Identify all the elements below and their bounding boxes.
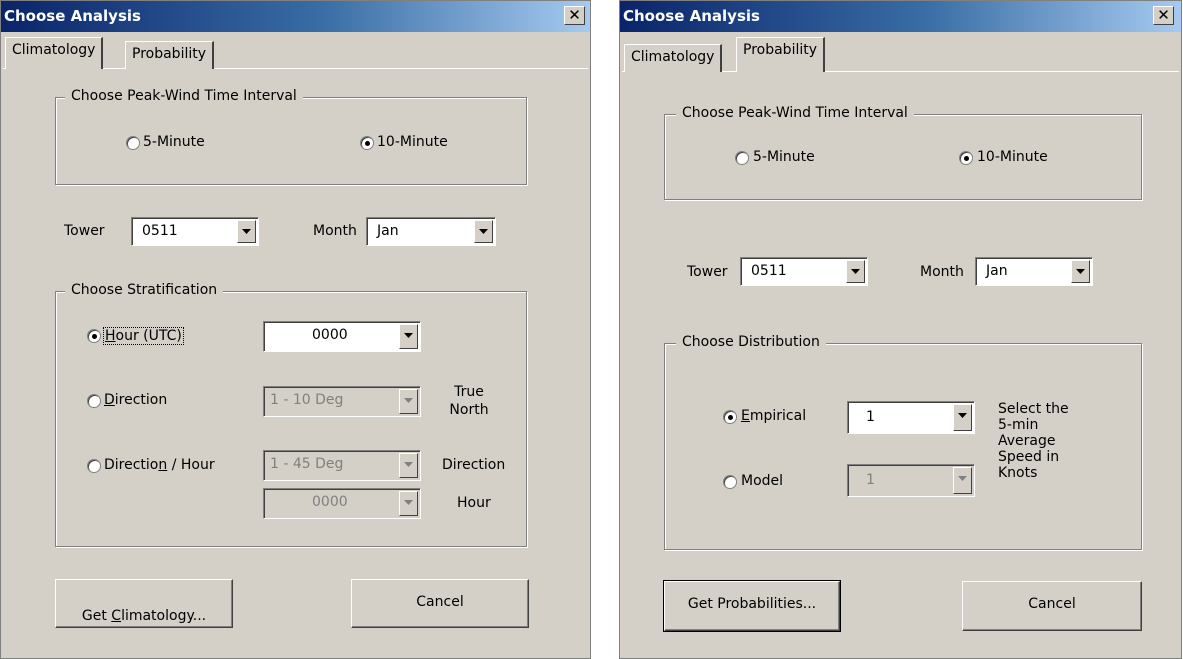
dropdown-arrow-icon[interactable] [474, 220, 493, 243]
radio-selected-dot [92, 334, 97, 339]
dropdown-arrow-icon[interactable] [846, 260, 865, 283]
distribution-note: Select the 5-min Average Speed in Knots [998, 401, 1069, 481]
cancel-button[interactable]: Cancel [962, 581, 1142, 631]
radio-selected-dot [365, 141, 370, 146]
model-value: 1 [866, 472, 875, 488]
direction-value: 1 - 10 Deg [270, 392, 344, 408]
radio-empirical-label[interactable]: Empirical [741, 408, 806, 424]
tab-climatology[interactable]: Climatology [5, 37, 104, 69]
dropdown-arrow-icon[interactable] [953, 467, 972, 494]
radio-direction-hour[interactable] [87, 459, 101, 473]
month-select[interactable]: Jan [975, 257, 1093, 286]
tower-value: 0511 [751, 263, 787, 279]
month-label: Month [920, 264, 964, 280]
hour-sub-select[interactable]: 0000 [263, 488, 421, 519]
tab-probability[interactable]: Probability [125, 41, 215, 69]
hour-select[interactable]: 0000 [263, 321, 421, 352]
close-button[interactable]: ✕ [564, 6, 585, 25]
get-probabilities-button[interactable]: Get Probabilities... [663, 580, 841, 632]
month-value: Jan [377, 223, 399, 239]
get-climatology-button[interactable]: Get Climatology... [55, 579, 233, 628]
dropdown-arrow-icon[interactable] [399, 491, 418, 516]
month-label: Month [313, 223, 357, 239]
tower-label: Tower [687, 264, 728, 280]
month-value: Jan [986, 263, 1008, 279]
radio-5-minute-label[interactable]: 5-Minute [143, 134, 205, 150]
radio-direction-hour-label[interactable]: Direction / Hour [104, 457, 215, 473]
model-select[interactable]: 1 [847, 464, 975, 497]
radio-10-minute-label[interactable]: 10-Minute [977, 149, 1048, 165]
radio-5-minute[interactable] [735, 151, 749, 165]
radio-hour-utc-label[interactable]: Hour (UTC) [103, 327, 184, 345]
radio-10-minute-label[interactable]: 10-Minute [377, 134, 448, 150]
distribution-legend: Choose Distribution [676, 334, 826, 350]
radio-selected-dot [964, 156, 969, 161]
radio-empirical[interactable] [723, 410, 737, 424]
empirical-select[interactable]: 1 [847, 401, 975, 434]
title-bar[interactable]: Choose Analysis ✕ [620, 1, 1181, 32]
tower-value: 0511 [142, 223, 178, 239]
direction-hour-select[interactable]: 1 - 45 Deg [263, 450, 421, 481]
tab-climatology[interactable]: Climatology [624, 44, 723, 72]
true-north-note: True North [449, 384, 489, 418]
radio-direction[interactable] [87, 394, 101, 408]
close-icon: ✕ [568, 6, 581, 24]
radio-10-minute[interactable] [360, 136, 374, 150]
radio-direction-label[interactable]: Direction [104, 392, 167, 408]
right-dialog: Choose Analysis ✕ Climatology Probabilit… [619, 0, 1182, 659]
peak-wind-legend: Choose Peak-Wind Time Interval [65, 88, 303, 104]
distribution-group [664, 343, 1142, 550]
dropdown-arrow-icon[interactable] [399, 324, 418, 349]
hour-value: 0000 [312, 327, 348, 343]
radio-5-minute[interactable] [126, 136, 140, 150]
dialog-title: Choose Analysis [4, 7, 141, 25]
hour-note: Hour [457, 495, 491, 511]
radio-selected-dot [728, 415, 733, 420]
left-dialog: Choose Analysis ✕ Climatology Probabilit… [0, 0, 591, 659]
cancel-button[interactable]: Cancel [351, 579, 529, 628]
empirical-value: 1 [866, 409, 875, 425]
direction-note: Direction [442, 457, 506, 473]
tab-probability[interactable]: Probability [736, 37, 826, 72]
dropdown-arrow-icon[interactable] [237, 220, 256, 243]
close-icon: ✕ [1157, 6, 1170, 24]
dropdown-arrow-icon[interactable] [953, 404, 972, 431]
radio-5-minute-label[interactable]: 5-Minute [753, 149, 815, 165]
radio-model[interactable] [723, 475, 737, 489]
dropdown-arrow-icon[interactable] [399, 389, 418, 414]
dropdown-arrow-icon[interactable] [1071, 260, 1090, 283]
stratification-legend: Choose Stratification [65, 282, 224, 298]
radio-hour-utc[interactable] [87, 329, 101, 343]
direction-select[interactable]: 1 - 10 Deg [263, 386, 421, 417]
tower-select[interactable]: 0511 [131, 217, 259, 246]
dialog-title: Choose Analysis [623, 7, 760, 25]
radio-model-label[interactable]: Model [741, 473, 783, 489]
direction-hour-value: 1 - 45 Deg [270, 456, 344, 472]
tower-select[interactable]: 0511 [740, 257, 868, 286]
tower-label: Tower [64, 223, 105, 239]
peak-wind-legend: Choose Peak-Wind Time Interval [676, 105, 914, 121]
radio-10-minute[interactable] [959, 151, 973, 165]
dropdown-arrow-icon[interactable] [399, 453, 418, 478]
close-button[interactable]: ✕ [1153, 6, 1174, 25]
month-select[interactable]: Jan [366, 217, 496, 246]
hour-sub-value: 0000 [312, 494, 348, 510]
title-bar[interactable]: Choose Analysis ✕ [1, 1, 590, 32]
